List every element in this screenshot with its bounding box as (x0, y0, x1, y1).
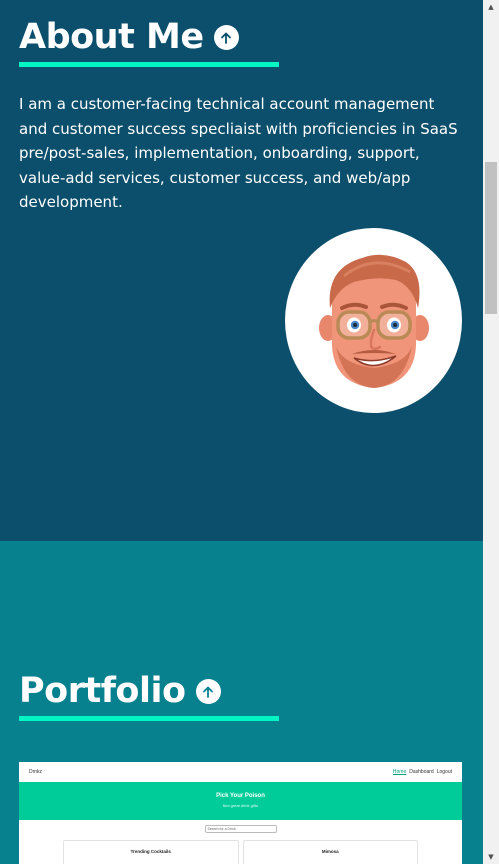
about-heading-row: About Me (19, 20, 239, 55)
screenshot-hero-title: Pick Your Poison (216, 793, 265, 799)
screenshot-nav-logout: Logout (436, 769, 452, 775)
screenshot-search-box: Search for a Drink (204, 825, 277, 833)
screenshot-hero: Pick Your Poison find great drink gifts (19, 782, 462, 820)
about-heading-underline (19, 62, 279, 67)
arrow-up-circle-icon[interactable] (195, 679, 221, 704)
vertical-scrollbar[interactable]: ▲ ▼ (483, 0, 499, 864)
screenshot-nav-links: Home Dashboard Logout (390, 769, 452, 775)
portfolio-heading: Portfolio (19, 671, 186, 711)
screenshot-nav-home: Home (392, 769, 407, 775)
scroll-down-arrow-icon[interactable]: ▼ (483, 850, 499, 864)
screenshot-nav-dashboard: Dashboard (409, 769, 434, 775)
screenshot-cards: Trending Cocktails Mimosa (63, 840, 418, 864)
scrollbar-thumb[interactable] (485, 162, 497, 314)
portfolio-heading-underline (19, 716, 279, 721)
about-description: I am a customer-facing technical account… (19, 95, 458, 211)
avatar (285, 228, 462, 413)
about-section: About Me I am a customer-facing technica… (0, 0, 483, 541)
portfolio-heading-row: Portfolio (19, 674, 221, 709)
scroll-up-arrow-icon[interactable]: ▲ (483, 0, 499, 14)
page: About Me I am a customer-facing technica… (0, 0, 483, 864)
about-heading: About Me (19, 17, 204, 57)
arrow-up-circle-icon[interactable] (213, 25, 239, 50)
memoji-avatar-icon (318, 254, 429, 388)
screenshot-card: Mimosa (242, 840, 418, 864)
screenshot-brand: Drnkz (29, 769, 43, 775)
screenshot-navbar: Drnkz Home Dashboard Logout (19, 762, 462, 782)
portfolio-section: Portfolio Drnkz Home Dashboard Logout Pick… (0, 541, 483, 864)
portfolio-project-screenshot[interactable]: Drnkz Home Dashboard Logout Pick Your Pois… (19, 762, 462, 864)
screenshot-card: Trending Cocktails (63, 840, 239, 864)
screenshot-hero-subtitle: find great drink gifts (223, 803, 258, 808)
